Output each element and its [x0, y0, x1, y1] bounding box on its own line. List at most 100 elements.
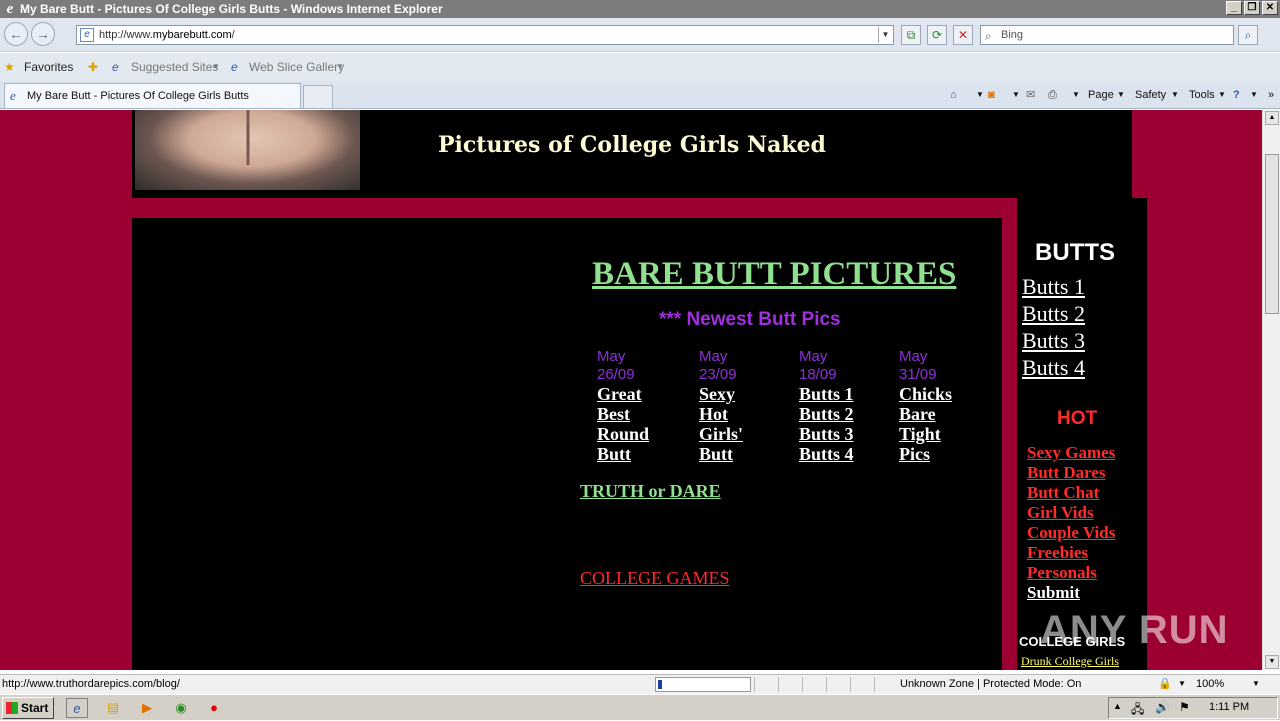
- tab-page-icon: e: [10, 88, 16, 103]
- feeds-dropdown-icon[interactable]: ▼: [1012, 87, 1020, 103]
- update-link[interactable]: Hot: [699, 404, 799, 424]
- zoom-level[interactable]: 100%: [1196, 678, 1224, 690]
- stop-icon[interactable]: ✕: [953, 25, 973, 45]
- toolbar-chevron-icon[interactable]: »: [1268, 87, 1274, 103]
- update-link[interactable]: Round: [597, 424, 697, 444]
- scrollbar-thumb[interactable]: [1265, 154, 1279, 314]
- alert-icon[interactable]: ●: [203, 698, 225, 718]
- suggested-dropdown-icon[interactable]: ▼: [212, 59, 220, 75]
- print-dropdown-icon[interactable]: ▼: [1072, 87, 1080, 103]
- active-tab[interactable]: e My Bare Butt - Pictures Of College Gir…: [4, 83, 301, 108]
- zone-dropdown-icon[interactable]: ▼: [1178, 679, 1186, 688]
- safety-menu-dropdown-icon[interactable]: ▼: [1171, 87, 1179, 103]
- update-link[interactable]: Great: [597, 384, 697, 404]
- home-dropdown-icon[interactable]: ▼: [976, 87, 984, 103]
- update-link[interactable]: Pics: [899, 444, 999, 464]
- update-month: May: [597, 348, 626, 365]
- sidebar-item-couple-vids[interactable]: Couple Vids: [1027, 523, 1115, 543]
- sidebar-item-butts-2[interactable]: Butts 2: [1022, 301, 1085, 327]
- search-input[interactable]: ⌕ Bing: [980, 25, 1234, 45]
- status-url: http://www.truthordarepics.com/blog/: [2, 678, 180, 690]
- sidebar-item-personals[interactable]: Personals: [1027, 563, 1097, 583]
- explorer-folder-icon[interactable]: ▤: [102, 698, 124, 718]
- tray-expand-icon[interactable]: ▲: [1113, 701, 1122, 711]
- start-label: Start: [21, 701, 49, 715]
- sidebar-item-butts-1[interactable]: Butts 1: [1022, 274, 1085, 300]
- update-link[interactable]: Girls': [699, 424, 799, 444]
- page-menu-dropdown-icon[interactable]: ▼: [1117, 87, 1125, 103]
- address-dropdown-icon[interactable]: ▼: [878, 27, 892, 43]
- update-date: 18/09: [799, 366, 837, 383]
- sidebar-item-butt-dares[interactable]: Butt Dares: [1027, 463, 1106, 483]
- print-icon[interactable]: ⎙: [1048, 87, 1057, 103]
- site-header: Pictures of College Girls Naked: [132, 110, 1132, 198]
- new-tab-button[interactable]: [303, 85, 333, 108]
- start-button[interactable]: Start: [2, 697, 54, 719]
- help-dropdown-icon[interactable]: ▼: [1250, 87, 1258, 103]
- safety-menu[interactable]: Safety: [1135, 87, 1166, 103]
- web-slice-dropdown-icon[interactable]: ▼: [336, 59, 344, 75]
- back-button[interactable]: ←: [4, 22, 28, 46]
- update-link[interactable]: Butt: [699, 444, 799, 464]
- status-divider: [874, 677, 896, 692]
- update-link[interactable]: Bare: [899, 404, 999, 424]
- sidebar-item-sexy-games[interactable]: Sexy Games: [1027, 443, 1115, 463]
- scroll-up-arrow-icon[interactable]: ▲: [1265, 111, 1279, 125]
- update-link[interactable]: Butts 3: [799, 424, 899, 444]
- update-link[interactable]: Sexy: [699, 384, 799, 404]
- forward-button[interactable]: →: [31, 22, 55, 46]
- page-menu[interactable]: Page: [1088, 87, 1114, 103]
- tab-title: My Bare Butt - Pictures Of College Girls…: [27, 90, 249, 102]
- page-icon: e: [80, 28, 94, 42]
- sidebar-item-freebies[interactable]: Freebies: [1027, 543, 1088, 563]
- sidebar-item-submit[interactable]: Submit: [1027, 583, 1080, 603]
- vertical-scrollbar[interactable]: ▲ ▼: [1262, 110, 1280, 670]
- help-icon[interactable]: ?: [1233, 87, 1240, 103]
- update-link[interactable]: Chicks: [899, 384, 999, 404]
- update-date: 23/09: [699, 366, 737, 383]
- taskbar-clock[interactable]: 1:11 PM: [1209, 701, 1249, 713]
- media-player-icon[interactable]: ▶: [136, 698, 158, 718]
- protected-mode-icon[interactable]: 🔒: [1158, 677, 1172, 690]
- address-bar[interactable]: e http://www.mybarebutt.com/ ▼: [76, 25, 894, 45]
- add-favorite-icon[interactable]: ✚: [88, 59, 98, 75]
- web-slice-gallery-link[interactable]: Web Slice Gallery: [249, 59, 344, 75]
- update-link[interactable]: Butts 4: [799, 444, 899, 464]
- bare-butt-pictures-title[interactable]: BARE BUTT PICTURES: [592, 256, 956, 293]
- tab-bar: e My Bare Butt - Pictures Of College Gir…: [0, 81, 1280, 109]
- favorites-button[interactable]: Favorites: [24, 59, 73, 75]
- sidebar-item-butts-3[interactable]: Butts 3: [1022, 328, 1085, 354]
- sidebar-item-butts-4[interactable]: Butts 4: [1022, 355, 1085, 381]
- feeds-icon[interactable]: ◙: [988, 87, 995, 103]
- minimize-button[interactable]: _: [1226, 1, 1242, 15]
- college-games-link[interactable]: COLLEGE GAMES: [580, 568, 730, 589]
- network-icon[interactable]: 🖧: [1131, 700, 1144, 721]
- restore-button[interactable]: ❐: [1244, 1, 1260, 15]
- update-link[interactable]: Butt: [597, 444, 697, 464]
- chrome-icon[interactable]: ◉: [170, 698, 192, 718]
- update-link[interactable]: Butts 2: [799, 404, 899, 424]
- home-icon[interactable]: ⌂: [950, 87, 957, 103]
- scroll-down-arrow-icon[interactable]: ▼: [1265, 655, 1279, 669]
- tools-menu[interactable]: Tools: [1189, 87, 1215, 103]
- update-link[interactable]: Butts 1: [799, 384, 899, 404]
- sidebar-item-butt-chat[interactable]: Butt Chat: [1027, 483, 1099, 503]
- compatibility-view-icon[interactable]: ⧉: [901, 25, 921, 45]
- truth-or-dare-link[interactable]: TRUTH or DARE: [580, 481, 721, 502]
- close-window-button[interactable]: ✕: [1262, 1, 1278, 15]
- refresh-icon[interactable]: ⟳: [927, 25, 947, 45]
- update-link[interactable]: Tight: [899, 424, 999, 444]
- ie-taskbar-icon[interactable]: e: [66, 698, 88, 718]
- action-center-flag-icon[interactable]: ⚑: [1179, 700, 1190, 714]
- zoom-dropdown-icon[interactable]: ▼: [1252, 679, 1260, 688]
- search-button[interactable]: ⌕: [1238, 25, 1258, 45]
- windows-flag-icon: [6, 702, 18, 714]
- security-zone[interactable]: Unknown Zone | Protected Mode: On: [900, 678, 1081, 690]
- mail-icon[interactable]: ✉: [1026, 87, 1035, 103]
- volume-icon[interactable]: 🔊: [1155, 700, 1170, 714]
- suggested-sites-link[interactable]: Suggested Sites: [131, 59, 218, 75]
- sidebar-item-drunk-college-girls[interactable]: Drunk College Girls: [1021, 654, 1119, 669]
- tools-menu-dropdown-icon[interactable]: ▼: [1218, 87, 1226, 103]
- update-link[interactable]: Best: [597, 404, 697, 424]
- sidebar-item-girl-vids[interactable]: Girl Vids: [1027, 503, 1094, 523]
